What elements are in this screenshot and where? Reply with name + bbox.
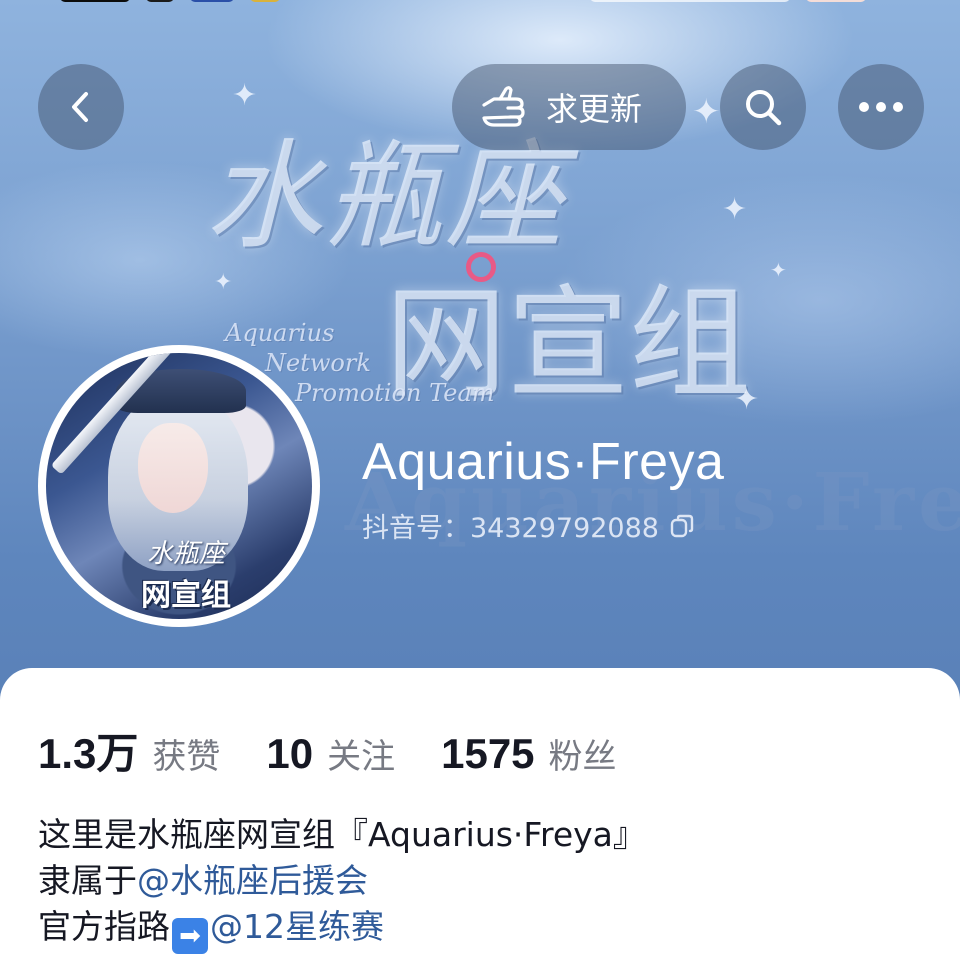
status-icons — [60, 0, 280, 6]
douyin-id: 抖音号：34329792088 — [362, 513, 659, 544]
bio-text: 官方指路 — [38, 907, 170, 946]
search-button[interactable] — [720, 64, 806, 150]
back-button[interactable] — [38, 64, 124, 150]
status-battery-icon — [806, 0, 866, 2]
mention-link[interactable]: @水瓶座后援会 — [137, 861, 368, 900]
more-button[interactable] — [838, 64, 924, 150]
sparkle-icon: ✦ — [692, 92, 721, 132]
avatar-badge: 水瓶座 网宣组 — [116, 533, 256, 614]
profile-banner: 水瓶座 网宣组 Aquarius Network Promotion Team … — [0, 0, 960, 700]
sparkle-icon: ✦ — [232, 78, 258, 113]
status-indicators — [590, 0, 866, 6]
sparkle-icon: ✦ — [770, 258, 787, 282]
stat-value: 1575 — [441, 730, 535, 777]
stat-likes[interactable]: 1.3万 获赞 — [38, 720, 220, 781]
avatar[interactable]: 水瓶座 网宣组 — [38, 345, 320, 627]
stat-value: 10 — [266, 730, 314, 777]
banner-art-english-line: Aquarius — [225, 319, 335, 347]
douyin-id-row[interactable]: 抖音号：34329792088 — [362, 506, 695, 545]
status-app-icon — [146, 0, 174, 2]
avatar-badge-line2: 网宣组 — [141, 578, 231, 613]
status-app-icon — [190, 0, 234, 2]
banner-ring-ornament — [466, 252, 496, 282]
hand-point-icon — [482, 86, 525, 127]
bio-line: 隶属于@水瓶座后援会 — [38, 858, 646, 904]
arrow-right-icon: ➡ — [172, 918, 208, 954]
more-icon — [859, 102, 903, 112]
banner-art-english-line: Network — [265, 349, 371, 377]
status-app-icon — [250, 0, 280, 2]
status-signal-icon — [590, 0, 790, 2]
stat-value: 1.3万 — [38, 730, 139, 777]
profile-bio: 这里是水瓶座网宣组『Aquarius·Freya』 隶属于@水瓶座后援会 官方指… — [38, 812, 646, 954]
profile-name: Aquarius·Freya — [362, 433, 725, 491]
stat-following[interactable]: 10 关注 — [266, 729, 395, 778]
profile-stats: 1.3万 获赞 10 关注 1575 粉丝 — [38, 720, 663, 781]
avatar-image: 水瓶座 网宣组 — [46, 353, 312, 619]
stat-followers[interactable]: 1575 粉丝 — [441, 729, 616, 778]
stat-label: 关注 — [327, 737, 396, 777]
search-icon — [746, 90, 782, 126]
status-time-icon — [60, 0, 130, 2]
sparkle-icon: ✦ — [734, 382, 760, 417]
stat-label: 获赞 — [152, 737, 221, 777]
avatar-badge-line1: 水瓶座 — [146, 539, 225, 569]
bio-text: 隶属于 — [38, 861, 137, 900]
back-arrow-icon — [72, 92, 88, 122]
sparkle-icon: ✦ — [722, 192, 748, 227]
sparkle-icon: ✦ — [214, 270, 233, 295]
request-update-button[interactable]: 求更新 — [452, 64, 686, 150]
avatar-face — [138, 423, 208, 513]
copy-icon[interactable] — [669, 513, 695, 539]
stat-label: 粉丝 — [548, 737, 617, 777]
status-bar — [0, 0, 960, 14]
request-update-label: 求更新 — [546, 90, 643, 128]
bio-line: 官方指路 ➡ @12星练赛 — [38, 904, 646, 954]
bio-line: 这里是水瓶座网宣组『Aquarius·Freya』 — [38, 815, 646, 854]
mention-link[interactable]: @12星练赛 — [210, 907, 384, 946]
